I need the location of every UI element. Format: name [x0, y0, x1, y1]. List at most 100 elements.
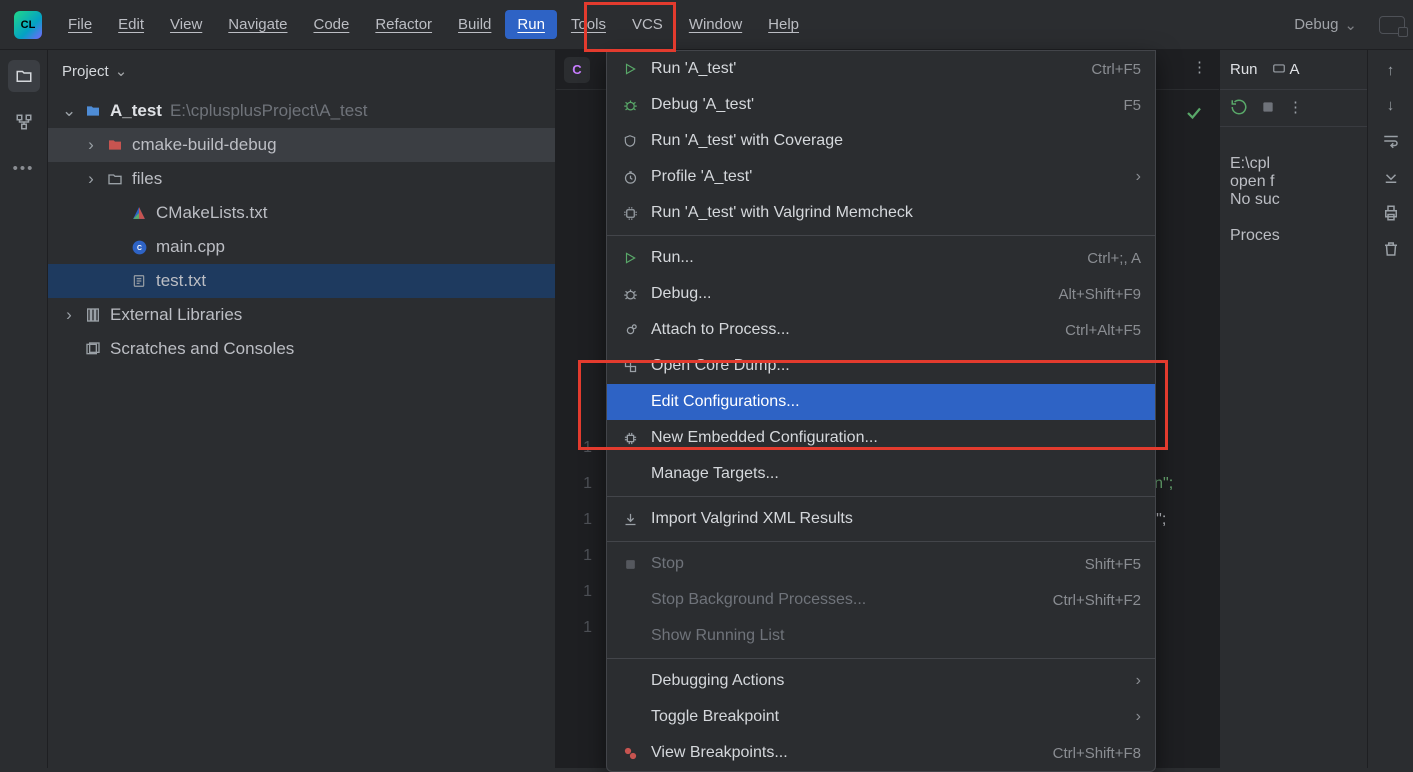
run-panel-tabs: Run A: [1220, 50, 1367, 90]
menu-profile-target[interactable]: Profile 'A_test' ›: [607, 159, 1155, 195]
root-name: A_test: [110, 101, 162, 121]
panel-title: Project: [62, 63, 109, 80]
layout-settings-icon[interactable]: [1379, 16, 1405, 34]
menu-edit-configurations[interactable]: Edit Configurations...: [607, 384, 1155, 420]
menu-build[interactable]: Build: [446, 10, 503, 39]
blank-icon: [621, 708, 639, 726]
project-panel: Project ⌄ ⌄ A_test E:\cplusplusProject\A…: [48, 50, 556, 768]
menu-toggle-breakpoint[interactable]: Toggle Breakpoint ›: [607, 699, 1155, 735]
file-label: main.cpp: [156, 237, 225, 257]
folder-label: cmake-build-debug: [132, 135, 277, 155]
rerun-icon[interactable]: [1230, 98, 1248, 116]
run-config-selector[interactable]: Debug ⌄: [1286, 12, 1365, 38]
tree-label: External Libraries: [110, 305, 242, 325]
project-tool-button[interactable]: [8, 60, 40, 92]
memcheck-icon: [621, 204, 639, 222]
folder-label: files: [132, 169, 162, 189]
line-gutter: 1 1 1 1 1 1: [556, 430, 600, 768]
breakpoints-icon: [621, 744, 639, 762]
run-menu-dropdown: Run 'A_test' Ctrl+F5 Debug 'A_test' F5 R…: [606, 50, 1156, 772]
tab-a-truncated[interactable]: A: [1272, 55, 1300, 84]
menu-separator: [607, 496, 1155, 497]
tree-scratches[interactable]: Scratches and Consoles: [48, 332, 555, 366]
attach-icon: [621, 321, 639, 339]
menu-separator: [607, 235, 1155, 236]
up-arrow-icon[interactable]: ↑: [1387, 62, 1395, 79]
blank-icon: [621, 627, 639, 645]
blank-icon: [621, 591, 639, 609]
menu-run[interactable]: Run: [505, 10, 557, 39]
menu-manage-targets[interactable]: Manage Targets...: [607, 456, 1155, 492]
more-icon[interactable]: ⋮: [1288, 98, 1303, 116]
clock-icon: [621, 168, 639, 186]
menu-new-embedded-config[interactable]: New Embedded Configuration...: [607, 420, 1155, 456]
menu-open-core-dump[interactable]: Open Core Dump...: [607, 348, 1155, 384]
trash-icon[interactable]: [1382, 240, 1400, 258]
file-label: CMakeLists.txt: [156, 203, 267, 223]
tree-folder-build[interactable]: › cmake-build-debug: [48, 128, 555, 162]
run-panel-toolbar: ⋮: [1220, 90, 1367, 127]
import-icon: [621, 510, 639, 528]
stop-icon[interactable]: [1260, 99, 1276, 115]
menu-run-coverage[interactable]: Run 'A_test' with Coverage: [607, 123, 1155, 159]
blank-icon: [621, 672, 639, 690]
menu-code[interactable]: Code: [301, 10, 361, 39]
collapse-arrow-icon[interactable]: ›: [84, 135, 98, 155]
menu-tools[interactable]: Tools: [559, 10, 618, 39]
expand-arrow-icon[interactable]: ⌄: [62, 101, 76, 121]
chevron-right-icon: ›: [1136, 168, 1141, 186]
main-menu: File Edit View Navigate Code Refactor Bu…: [56, 10, 811, 39]
menu-attach-process[interactable]: Attach to Process... Ctrl+Alt+F5: [607, 312, 1155, 348]
project-panel-header[interactable]: Project ⌄: [48, 50, 555, 92]
tree-file-cmake[interactable]: CMakeLists.txt: [48, 196, 555, 230]
menu-window[interactable]: Window: [677, 10, 754, 39]
blank-icon: [621, 393, 639, 411]
more-tools-button[interactable]: •••: [8, 152, 40, 184]
soft-wrap-icon[interactable]: [1382, 132, 1400, 150]
collapse-arrow-icon[interactable]: ›: [62, 305, 76, 325]
editor-tab-icon[interactable]: C: [564, 57, 590, 83]
text-file-icon: [130, 272, 148, 290]
menu-file[interactable]: File: [56, 10, 104, 39]
tree-external-libraries[interactable]: › External Libraries: [48, 298, 555, 332]
tab-run[interactable]: Run: [1230, 55, 1258, 84]
menu-run-generic[interactable]: Run... Ctrl+;, A: [607, 240, 1155, 276]
menu-refactor[interactable]: Refactor: [363, 10, 444, 39]
menu-navigate[interactable]: Navigate: [216, 10, 299, 39]
menu-debug-generic[interactable]: Debug... Alt+Shift+F9: [607, 276, 1155, 312]
tree-folder-files[interactable]: › files: [48, 162, 555, 196]
cmake-file-icon: [130, 204, 148, 222]
bug-icon: [621, 96, 639, 114]
menu-run-target[interactable]: Run 'A_test' Ctrl+F5: [607, 51, 1155, 87]
run-tool-window: Run A ⋮ E:\cpl open f No suc Proces: [1219, 50, 1367, 768]
print-icon[interactable]: [1382, 204, 1400, 222]
chevron-right-icon: ›: [1136, 672, 1141, 690]
run-icon: [621, 249, 639, 267]
right-tool-rail: ↑ ↓: [1367, 50, 1413, 768]
scroll-to-end-icon[interactable]: [1382, 168, 1400, 186]
library-icon: [84, 306, 102, 324]
menu-debug-target[interactable]: Debug 'A_test' F5: [607, 87, 1155, 123]
menu-import-valgrind[interactable]: Import Valgrind XML Results: [607, 501, 1155, 537]
structure-tool-button[interactable]: [8, 106, 40, 138]
run-output[interactable]: E:\cpl open f No suc Proces: [1220, 127, 1367, 273]
folder-icon: [106, 136, 124, 154]
chevron-down-icon: ⌄: [1344, 16, 1357, 34]
menu-separator: [607, 541, 1155, 542]
shield-icon: [621, 132, 639, 150]
tree-root[interactable]: ⌄ A_test E:\cplusplusProject\A_test: [48, 94, 555, 128]
menu-help[interactable]: Help: [756, 10, 811, 39]
menu-edit[interactable]: Edit: [106, 10, 156, 39]
root-path: E:\cplusplusProject\A_test: [170, 101, 367, 121]
menu-debugging-actions[interactable]: Debugging Actions ›: [607, 663, 1155, 699]
menu-view-breakpoints[interactable]: View Breakpoints... Ctrl+Shift+F8: [607, 735, 1155, 771]
menu-vcs[interactable]: VCS: [620, 10, 675, 39]
collapse-arrow-icon[interactable]: ›: [84, 169, 98, 189]
chip-icon: [621, 429, 639, 447]
tree-file-main[interactable]: C main.cpp: [48, 230, 555, 264]
editor-more-icon[interactable]: ⋮: [1192, 58, 1207, 76]
tree-file-test[interactable]: test.txt: [48, 264, 555, 298]
down-arrow-icon[interactable]: ↓: [1387, 97, 1395, 114]
menu-run-valgrind[interactable]: Run 'A_test' with Valgrind Memcheck: [607, 195, 1155, 231]
menu-view[interactable]: View: [158, 10, 214, 39]
